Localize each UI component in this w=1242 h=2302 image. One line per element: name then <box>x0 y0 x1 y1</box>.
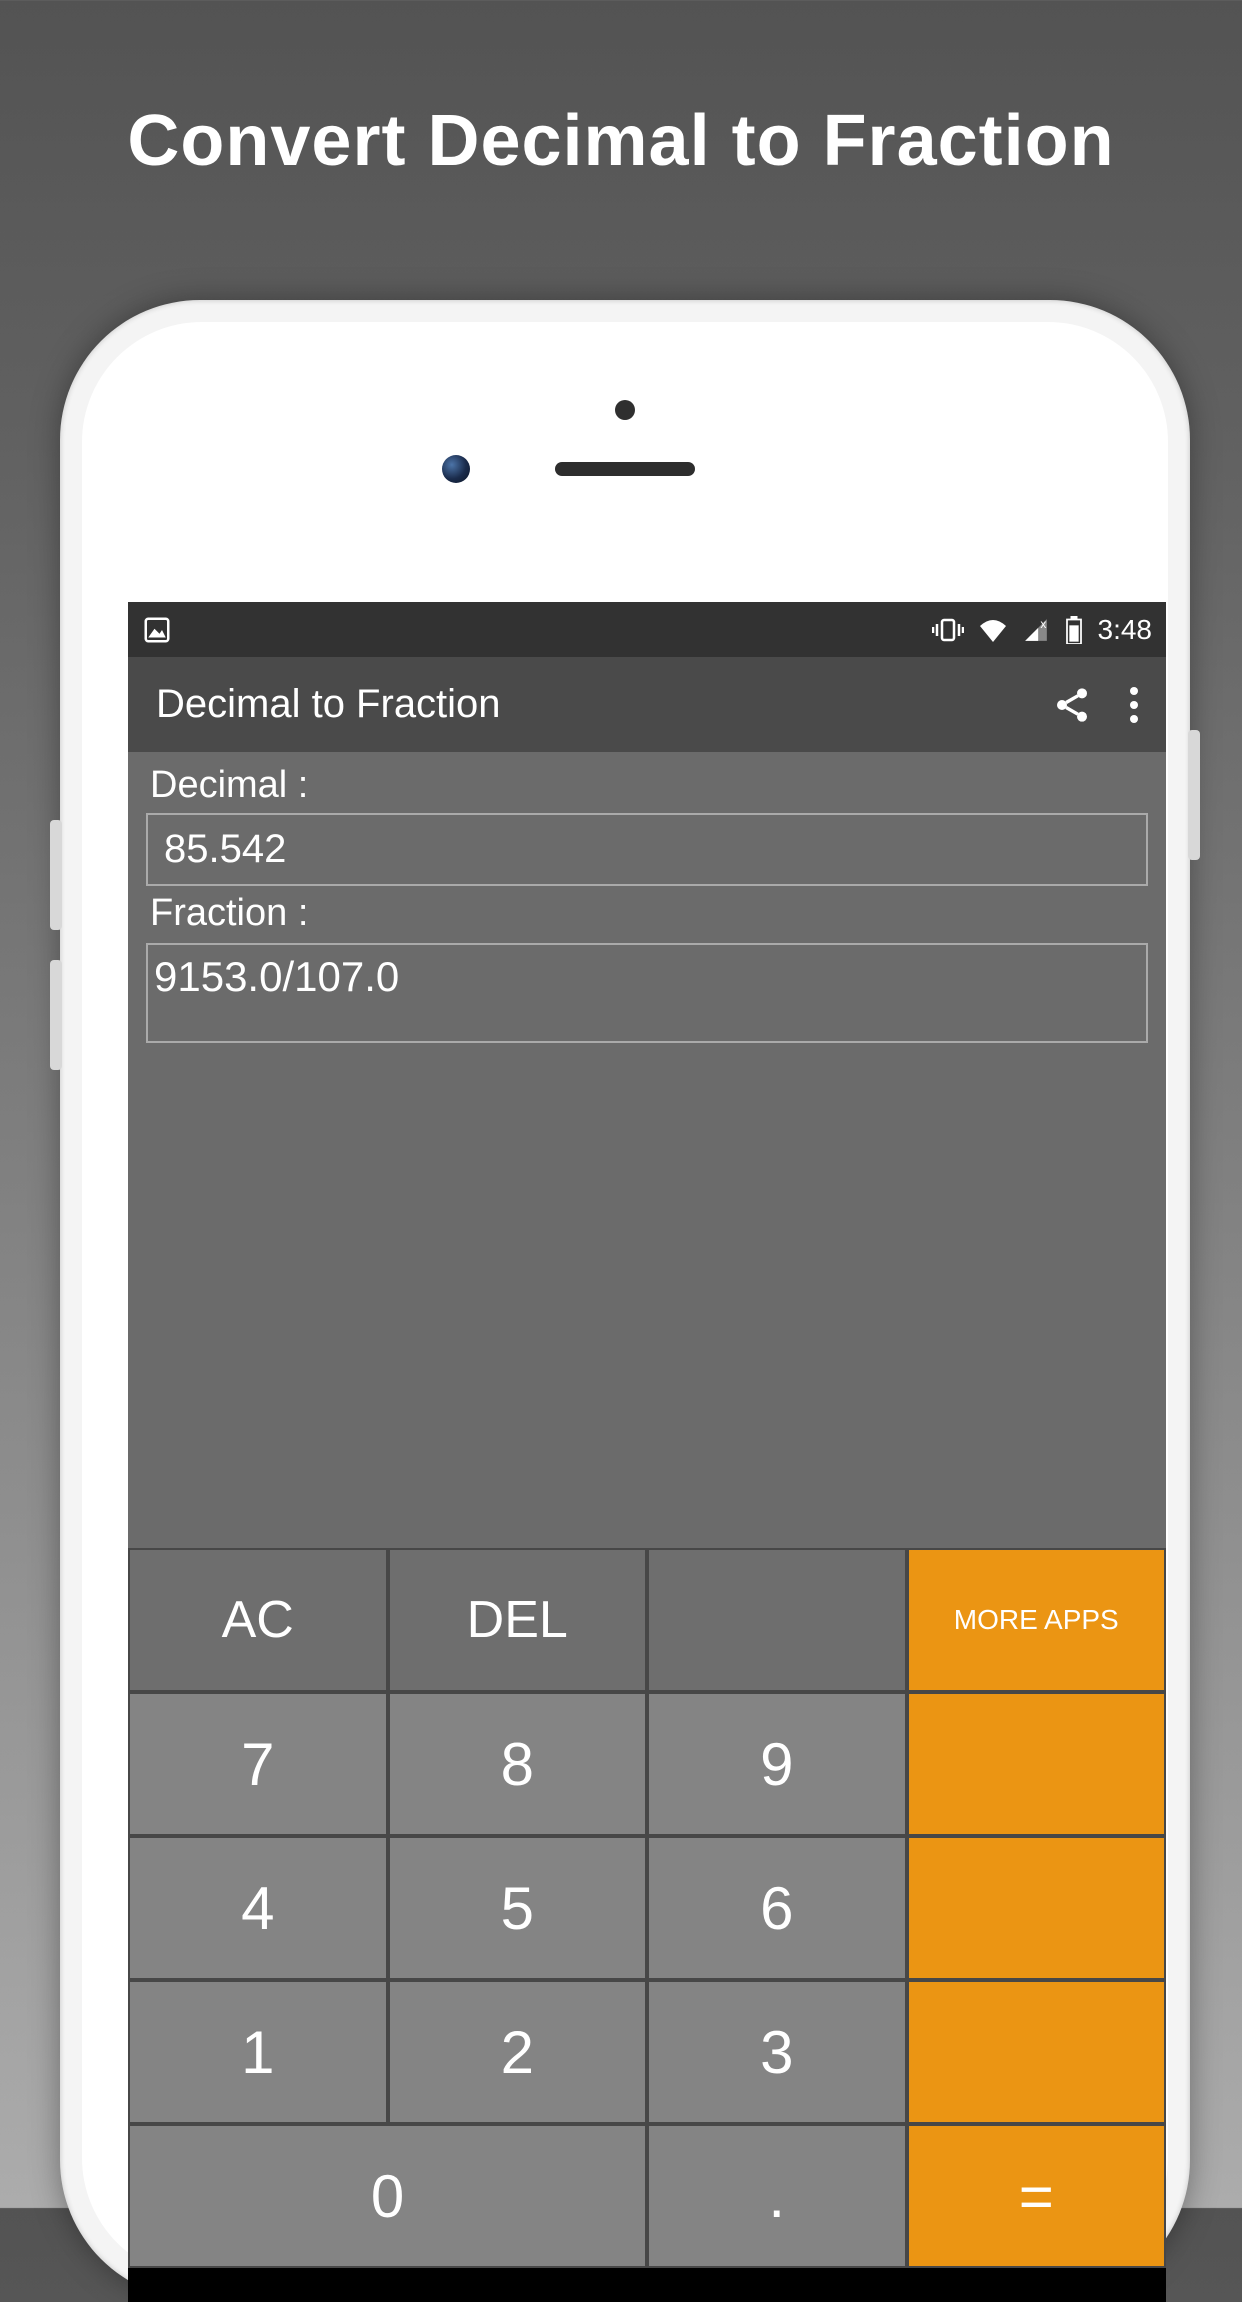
decimal-label: Decimal : <box>146 758 1148 813</box>
fraction-label: Fraction : <box>146 886 1148 941</box>
app-title: Decimal to Fraction <box>156 682 501 727</box>
signal-icon: x <box>1022 617 1050 643</box>
key-more-apps[interactable]: MORE APPS <box>909 1550 1165 1690</box>
status-time: 3:48 <box>1098 614 1153 646</box>
key-5[interactable]: 5 <box>390 1838 646 1978</box>
key-blank <box>649 1550 905 1690</box>
key-7[interactable]: 7 <box>130 1694 386 1834</box>
key-4[interactable]: 4 <box>130 1838 386 1978</box>
share-icon[interactable] <box>1052 685 1092 725</box>
key-equals[interactable]: = <box>909 2126 1165 2266</box>
keypad: AC DEL MORE APPS 7 8 9 4 5 6 1 2 3 0 . = <box>128 1548 1166 2268</box>
fraction-output: 9153.0/107.0 <box>146 943 1148 1043</box>
svg-text:x: x <box>1040 617 1046 631</box>
picture-icon <box>142 615 172 645</box>
phone-speaker <box>555 462 695 476</box>
phone-power-button <box>1188 730 1200 860</box>
phone-bezel: x 3:48 Decimal to Fraction Decimal : 85.… <box>82 322 1168 2278</box>
key-2[interactable]: 2 <box>390 1982 646 2122</box>
wifi-icon <box>978 618 1008 642</box>
status-bar: x 3:48 <box>128 602 1166 657</box>
key-1[interactable]: 1 <box>130 1982 386 2122</box>
key-8[interactable]: 8 <box>390 1694 646 1834</box>
key-3[interactable]: 3 <box>649 1982 905 2122</box>
key-op-row1[interactable] <box>909 1694 1165 1834</box>
phone-volume-down <box>50 960 62 1070</box>
app-bar: Decimal to Fraction <box>128 657 1166 752</box>
key-op-row2[interactable] <box>909 1838 1165 1978</box>
app-screen: x 3:48 Decimal to Fraction Decimal : 85.… <box>128 602 1166 2302</box>
more-menu-icon[interactable] <box>1130 687 1138 723</box>
phone-volume-up <box>50 820 62 930</box>
key-0[interactable]: 0 <box>130 2126 645 2266</box>
key-ac[interactable]: AC <box>130 1550 386 1690</box>
key-del[interactable]: DEL <box>390 1550 646 1690</box>
key-6[interactable]: 6 <box>649 1838 905 1978</box>
phone-sensor <box>615 400 635 420</box>
phone-camera <box>442 455 470 483</box>
phone-frame: x 3:48 Decimal to Fraction Decimal : 85.… <box>60 300 1190 2300</box>
promo-title: Convert Decimal to Fraction <box>0 0 1242 182</box>
battery-icon <box>1064 616 1084 644</box>
key-dot[interactable]: . <box>649 2126 905 2266</box>
decimal-input[interactable]: 85.542 <box>146 813 1148 886</box>
key-op-row3[interactable] <box>909 1982 1165 2122</box>
content-area: Decimal : 85.542 Fraction : 9153.0/107.0 <box>128 752 1166 1548</box>
vibrate-icon <box>932 616 964 644</box>
key-9[interactable]: 9 <box>649 1694 905 1834</box>
